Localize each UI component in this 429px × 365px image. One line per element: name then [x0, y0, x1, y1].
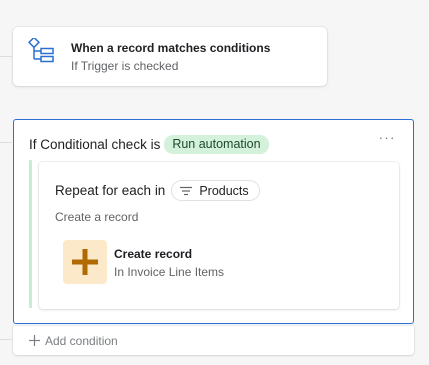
connector-line: [0, 339, 12, 340]
condition-value-pill[interactable]: Run automation: [164, 135, 269, 154]
add-condition-label: Add condition: [45, 333, 118, 348]
repeat-loop-card[interactable]: Repeat for each in Products Create a rec…: [39, 162, 399, 309]
loop-subtitle: Create a record: [55, 210, 139, 224]
condition-header: If Conditional check is Run automation: [29, 135, 269, 154]
action-title[interactable]: Create record: [114, 247, 192, 261]
trigger-title: When a record matches conditions: [71, 41, 271, 55]
loop-prefix: Repeat for each in: [55, 183, 166, 198]
more-options-button[interactable]: ···: [377, 130, 397, 146]
branch-indicator-bar: [29, 160, 32, 308]
trigger-card[interactable]: When a record matches conditions If Trig…: [13, 27, 327, 86]
connector-line: [0, 142, 12, 143]
create-record-icon-box[interactable]: [63, 240, 107, 284]
add-condition-button[interactable]: Add condition: [13, 326, 414, 355]
action-subtitle: In Invoice Line Items: [114, 265, 225, 279]
add-plus-icon: [29, 335, 40, 346]
condition-group-card[interactable]: If Conditional check is Run automation ·…: [13, 119, 414, 324]
trigger-subtitle: If Trigger is checked: [71, 59, 179, 73]
plus-icon: [72, 249, 98, 275]
condition-prefix: If Conditional check is: [29, 137, 161, 152]
list-icon: [180, 186, 193, 195]
loop-header: Repeat for each in Products: [55, 180, 260, 201]
list-field-label: Products: [199, 183, 249, 198]
connector-line: [0, 56, 12, 57]
list-field-chip[interactable]: Products: [171, 180, 260, 201]
hierarchy-icon: [27, 36, 55, 64]
